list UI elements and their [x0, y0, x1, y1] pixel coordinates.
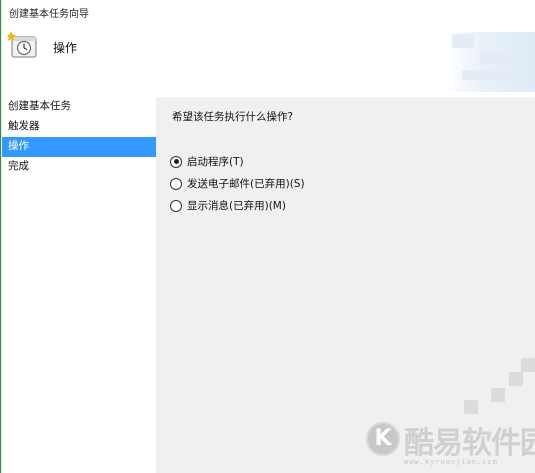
- radio-button-checked[interactable]: [170, 155, 182, 168]
- blurred-block: [480, 52, 510, 64]
- watermark-pixel: [509, 372, 523, 386]
- wizard-window: 创建基本任务向导 操作 创建基本任务 触发器 操作 完成 希望该任务执行什么操作…: [0, 0, 535, 473]
- radio-start-program[interactable]: 启动程序(T): [170, 154, 244, 169]
- radio-button[interactable]: [170, 199, 182, 212]
- wizard-header: 操作: [2, 22, 535, 97]
- watermark-pixel: [521, 358, 535, 372]
- task-scheduler-clock-icon: [8, 31, 37, 58]
- radio-label: 显示消息(已弃用)(M): [187, 200, 286, 212]
- window-title: 创建基本任务向导: [9, 9, 89, 20]
- blurred-block: [462, 70, 512, 80]
- radio-display-message[interactable]: 显示消息(已弃用)(M): [170, 198, 286, 213]
- radio-button[interactable]: [170, 177, 182, 190]
- radio-send-email[interactable]: 发送电子邮件(已弃用)(S): [170, 176, 305, 191]
- site-watermark: K 酷易软件园 www.kyruanjian.com: [364, 416, 535, 472]
- sidebar-item-label: 触发器: [8, 120, 40, 132]
- sidebar-item-trigger[interactable]: 触发器: [2, 117, 156, 137]
- sidebar-item-label: 操作: [8, 140, 29, 152]
- watermark-url: www.kyruanjian.com: [404, 458, 498, 466]
- watermark-logo-icon: K: [366, 422, 400, 456]
- watermark-pixel: [491, 388, 505, 402]
- watermark-text: 酷易软件园: [404, 426, 535, 461]
- page-title: 操作: [53, 41, 78, 55]
- sidebar-item-finish[interactable]: 完成: [2, 157, 156, 177]
- sidebar-item-action[interactable]: 操作: [2, 137, 156, 157]
- window-title-bar[interactable]: 创建基本任务向导: [2, 0, 535, 22]
- radio-label: 发送电子邮件(已弃用)(S): [187, 178, 305, 190]
- radio-label: 启动程序(T): [187, 156, 244, 168]
- sidebar-item-create-basic-task[interactable]: 创建基本任务: [2, 97, 156, 117]
- blurred-block: [452, 34, 474, 48]
- action-question: 希望该任务执行什么操作?: [172, 111, 294, 123]
- wizard-steps-sidebar: 创建基本任务 触发器 操作 完成: [2, 97, 156, 473]
- sidebar-item-label: 完成: [8, 160, 29, 172]
- sidebar-item-label: 创建基本任务: [8, 100, 71, 112]
- watermark-pixel: [464, 400, 478, 414]
